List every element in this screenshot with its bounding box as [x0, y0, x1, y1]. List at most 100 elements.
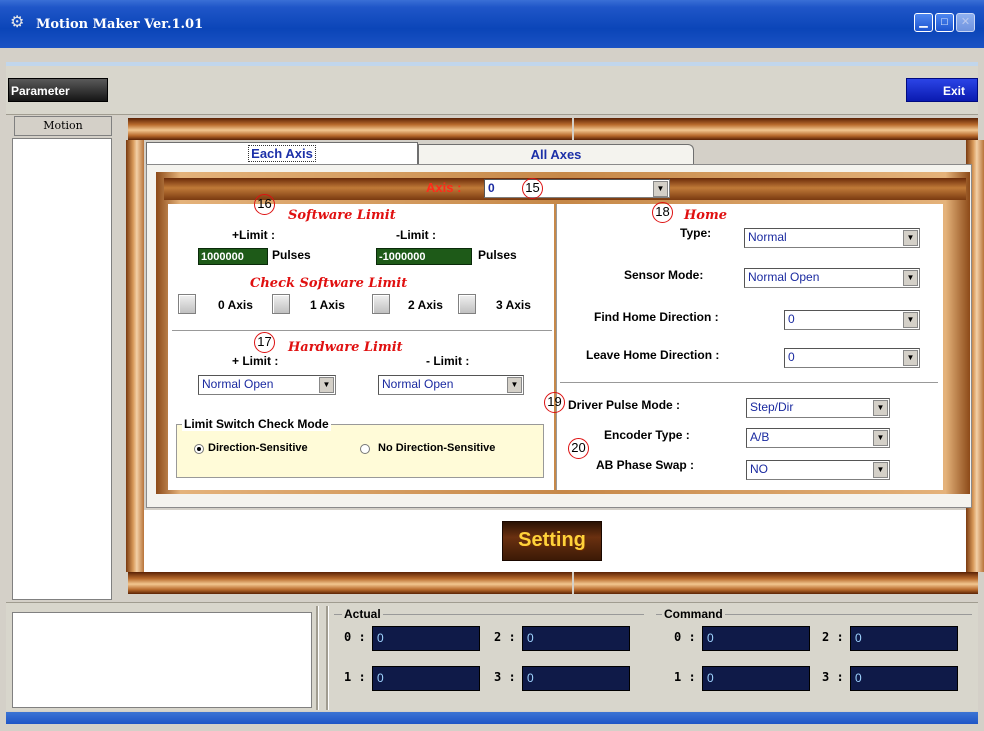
chevron-down-icon[interactable]: ▼	[903, 312, 918, 328]
chevron-down-icon[interactable]: ▼	[873, 462, 888, 478]
home-title: Home	[684, 208, 727, 223]
callout-19: 19	[544, 392, 565, 413]
callout-16: 16	[254, 194, 275, 215]
motion-tab[interactable]: Motion	[14, 116, 112, 136]
sensor-mode-select[interactable]: Normal Open ▼	[744, 268, 920, 288]
setting-button[interactable]: Setting	[502, 521, 602, 561]
chevron-down-icon[interactable]: ▼	[319, 377, 334, 393]
command-axis-3-value: 0	[850, 666, 958, 691]
wood-border-bottom-right	[574, 572, 978, 594]
callout-17: 17	[254, 332, 275, 353]
message-list[interactable]	[12, 612, 312, 708]
checkbox-axis-3[interactable]	[458, 294, 476, 314]
callout-18: 18	[652, 202, 673, 223]
radio-direction-sensitive[interactable]	[194, 444, 204, 454]
actual-axis-1-label: 1 :	[344, 670, 366, 684]
radio-no-direction-sensitive[interactable]	[360, 444, 370, 454]
sensor-mode-value: Normal Open	[748, 270, 820, 284]
actual-axis-3-value: 0	[522, 666, 630, 691]
command-axis-2-value: 0	[850, 626, 958, 651]
axis-select[interactable]: 0 ▼	[484, 179, 670, 198]
hardware-minus-limit-value: Normal Open	[382, 377, 454, 391]
chevron-down-icon[interactable]: ▼	[507, 377, 522, 393]
software-plus-limit-label: +Limit :	[232, 228, 276, 242]
axis-select-value: 0	[488, 181, 495, 195]
leave-home-direction-select[interactable]: 0 ▼	[784, 348, 920, 368]
wood-border-left	[126, 140, 144, 572]
wood-border-top-right	[574, 118, 978, 140]
home-type-value: Normal	[748, 230, 787, 244]
close-icon[interactable]: ✕	[956, 13, 975, 32]
software-plus-unit: Pulses	[272, 248, 311, 262]
find-home-direction-label: Find Home Direction :	[594, 310, 719, 324]
home-type-select[interactable]: Normal ▼	[744, 228, 920, 248]
encoder-type-select[interactable]: A/B ▼	[746, 428, 890, 448]
chevron-down-icon[interactable]: ▼	[873, 400, 888, 416]
command-axis-1-label: 1 :	[674, 670, 696, 684]
actual-axis-3-label: 3 :	[494, 670, 516, 684]
ab-phase-swap-value: NO	[750, 462, 768, 476]
sensor-mode-label: Sensor Mode:	[624, 268, 704, 282]
app-icon: ⚙	[10, 14, 25, 31]
hardware-minus-limit-select[interactable]: Normal Open ▼	[378, 375, 524, 395]
software-limit-title: Software Limit	[288, 208, 396, 223]
ab-phase-swap-select[interactable]: NO ▼	[746, 460, 890, 480]
radio-no-direction-sensitive-label: No Direction-Sensitive	[378, 442, 496, 454]
software-minus-unit: Pulses	[478, 248, 517, 262]
bottom-separator-2	[326, 606, 329, 710]
wood-border-top-left	[128, 118, 572, 140]
checkbox-axis-3-label: 3 Axis	[496, 298, 531, 312]
software-minus-limit-input[interactable]: -1000000	[376, 248, 472, 265]
actual-axis-0-value: 0	[372, 626, 480, 651]
software-minus-limit-label: -Limit :	[396, 228, 436, 242]
encoder-type-value: A/B	[750, 430, 770, 444]
software-plus-limit-input[interactable]: 1000000	[198, 248, 268, 265]
checkbox-axis-0-label: 0 Axis	[218, 298, 253, 312]
chevron-down-icon[interactable]: ▼	[903, 270, 918, 286]
command-axis-3-label: 3 :	[822, 670, 844, 684]
bottom-separator	[316, 606, 319, 710]
driver-pulse-mode-value: Step/Dir	[750, 400, 794, 414]
chevron-down-icon[interactable]: ▼	[903, 350, 918, 366]
command-title: Command	[662, 607, 725, 621]
chevron-down-icon[interactable]: ▼	[903, 230, 918, 246]
title-bar: ⚙ Motion Maker Ver.1.01 ▁ □ ✕	[0, 0, 984, 48]
checkbox-axis-1-label: 1 Axis	[310, 298, 345, 312]
toolbar	[6, 66, 978, 115]
hardware-plus-limit-label: + Limit :	[232, 354, 279, 368]
chevron-down-icon[interactable]: ▼	[653, 181, 668, 197]
leave-home-direction-value: 0	[788, 350, 795, 364]
tab-all-axes[interactable]: All Axes	[418, 144, 694, 164]
find-home-direction-value: 0	[788, 312, 795, 326]
actual-axis-2-value: 0	[522, 626, 630, 651]
find-home-direction-select[interactable]: 0 ▼	[784, 310, 920, 330]
home-type-label: Type:	[680, 226, 712, 240]
checkbox-axis-2[interactable]	[372, 294, 390, 314]
tab-each-axis[interactable]: Each Axis	[146, 142, 418, 164]
motion-list[interactable]	[12, 138, 112, 600]
home-driver-divider	[560, 382, 938, 383]
actual-title: Actual	[342, 607, 383, 621]
section-divider	[172, 330, 552, 331]
checkbox-axis-1[interactable]	[272, 294, 290, 314]
chevron-down-icon[interactable]: ▼	[873, 430, 888, 446]
actual-axis-1-value: 0	[372, 666, 480, 691]
exit-button[interactable]: Exit	[906, 78, 978, 102]
checkbox-axis-0[interactable]	[178, 294, 196, 314]
hardware-limit-title: Hardware Limit	[288, 340, 403, 355]
parameter-button[interactable]: Parameter	[8, 78, 108, 102]
limit-switch-check-mode-title: Limit Switch Check Mode	[182, 417, 331, 431]
actual-axis-0-label: 0 :	[344, 630, 366, 644]
tab-all-axes-label: All Axes	[530, 147, 582, 162]
driver-pulse-mode-select[interactable]: Step/Dir ▼	[746, 398, 890, 418]
command-axis-0-value: 0	[702, 626, 810, 651]
wood-border-bottom-left	[128, 572, 572, 594]
hardware-plus-limit-select[interactable]: Normal Open ▼	[198, 375, 336, 395]
minimize-icon[interactable]: ▁	[914, 13, 933, 32]
encoder-type-label: Encoder Type :	[604, 428, 690, 442]
maximize-icon[interactable]: □	[935, 13, 954, 32]
ab-phase-swap-label: AB Phase Swap :	[596, 458, 695, 472]
check-software-limit-title: Check Software Limit	[250, 276, 408, 291]
callout-15: 15	[522, 178, 543, 199]
driver-pulse-mode-label: Driver Pulse Mode :	[568, 398, 681, 412]
